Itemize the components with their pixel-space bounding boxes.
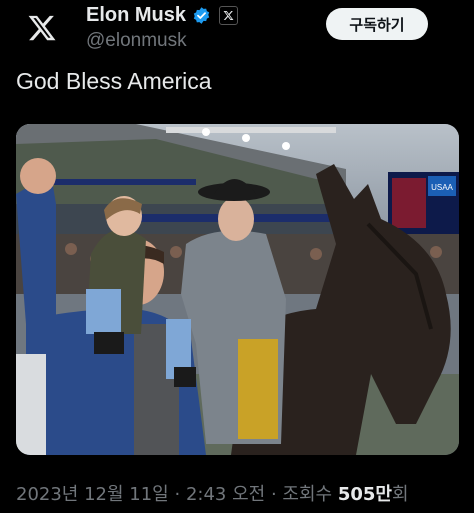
- views-label: 조회수: [282, 484, 333, 505]
- x-affiliate-badge-icon[interactable]: [219, 5, 239, 25]
- views-suffix: 회: [391, 484, 409, 505]
- tweet-date[interactable]: 2023년 12월 11일: [16, 484, 169, 505]
- x-logo-icon: [28, 15, 56, 41]
- author-names: Elon Musk @elonmusk: [86, 2, 239, 52]
- handle[interactable]: @elonmusk: [86, 30, 238, 52]
- tweet-time[interactable]: 2:43 오전: [186, 484, 265, 505]
- display-name[interactable]: Elon Musk: [86, 4, 186, 27]
- subscribe-button[interactable]: 구독하기: [326, 8, 428, 40]
- verified-badge-icon: [192, 6, 211, 25]
- meta-separator: ·: [270, 484, 277, 505]
- tweet-meta: 2023년 12월 11일 · 2:43 오전 · 조회수 505만회: [16, 480, 409, 506]
- avatar[interactable]: [16, 6, 68, 50]
- meta-separator: ·: [174, 484, 181, 505]
- tweet-photo[interactable]: USAA: [16, 124, 459, 455]
- tweet-header: Elon Musk @elonmusk 구독하기: [0, 0, 474, 60]
- scoreboard-text: USAA: [431, 183, 453, 192]
- tweet-text: God Bless America: [16, 68, 212, 94]
- views-count[interactable]: 505만: [338, 484, 392, 505]
- photo-illustration: USAA: [16, 124, 459, 455]
